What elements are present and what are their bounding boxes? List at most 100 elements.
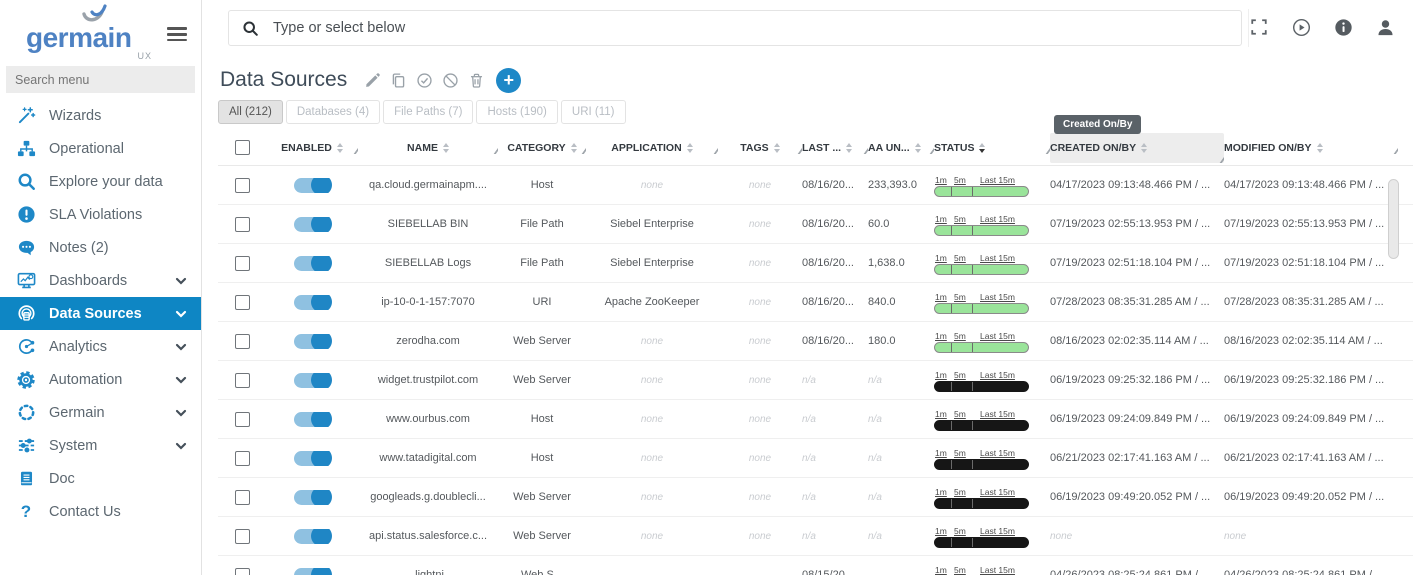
edit-icon[interactable] xyxy=(364,72,381,89)
status-label-1m[interactable]: 1m xyxy=(935,409,947,419)
delete-trash-icon[interactable] xyxy=(468,72,485,89)
status-label-last-15m[interactable]: Last 15m xyxy=(980,370,1015,380)
enabled-toggle[interactable] xyxy=(294,490,330,505)
row-checkbox[interactable] xyxy=(235,373,250,388)
status-label-1m[interactable]: 1m xyxy=(935,214,947,224)
status-label-last-15m[interactable]: Last 15m xyxy=(980,565,1015,575)
sidebar-item-system[interactable]: System xyxy=(0,429,201,462)
status-label-1m[interactable]: 1m xyxy=(935,292,947,302)
status-label-last-15m[interactable]: Last 15m xyxy=(980,253,1015,263)
status-label-last-15m[interactable]: Last 15m xyxy=(980,409,1015,419)
status-bar[interactable] xyxy=(934,381,1029,392)
disable-ban-icon[interactable] xyxy=(442,72,459,89)
user-icon[interactable] xyxy=(1376,18,1395,37)
sidebar-search-input[interactable] xyxy=(6,73,195,87)
tab-hosts[interactable]: Hosts (190) xyxy=(476,100,557,124)
fullscreen-icon[interactable] xyxy=(1250,18,1269,37)
column-header-modified-on-by[interactable]: MODIFIED ON/BY xyxy=(1224,142,1398,154)
enabled-toggle[interactable] xyxy=(294,178,330,193)
column-header-status[interactable]: STATUS xyxy=(934,142,1050,154)
row-checkbox[interactable] xyxy=(235,568,250,575)
enabled-toggle[interactable] xyxy=(294,256,330,271)
column-header-enabled[interactable]: ENABLED xyxy=(266,142,358,154)
tab-file-paths[interactable]: File Paths (7) xyxy=(383,100,473,124)
status-bar[interactable] xyxy=(934,420,1029,431)
status-label-last-15m[interactable]: Last 15m xyxy=(980,214,1015,224)
status-bar[interactable] xyxy=(934,498,1029,509)
table-row[interactable]: api.status.salesforce.c... Web Server no… xyxy=(218,517,1413,556)
table-row[interactable]: ip-10-0-1-157:7070 URI Apache ZooKeeper … xyxy=(218,283,1413,322)
sidebar-item-analytics[interactable]: Analytics xyxy=(0,330,201,363)
tab-all[interactable]: All (212) xyxy=(218,100,283,124)
status-label-5m[interactable]: 5m xyxy=(954,487,966,497)
column-header-last[interactable]: LAST ... xyxy=(802,142,868,154)
enabled-toggle[interactable] xyxy=(294,451,330,466)
sidebar-item-data-sources[interactable]: Data Sources xyxy=(0,297,201,330)
column-header-created-on-by[interactable]: CREATED ON/BY xyxy=(1050,133,1224,163)
row-checkbox[interactable] xyxy=(235,256,250,271)
column-header-category[interactable]: CATEGORY xyxy=(498,142,586,154)
status-label-last-15m[interactable]: Last 15m xyxy=(980,526,1015,536)
status-bar[interactable] xyxy=(934,459,1029,470)
row-checkbox[interactable] xyxy=(235,334,250,349)
status-label-last-15m[interactable]: Last 15m xyxy=(980,292,1015,302)
status-label-5m[interactable]: 5m xyxy=(954,526,966,536)
row-checkbox[interactable] xyxy=(235,217,250,232)
sidebar-item-doc[interactable]: Doc xyxy=(0,462,201,495)
status-bar[interactable] xyxy=(934,342,1029,353)
status-label-last-15m[interactable]: Last 15m xyxy=(980,487,1015,497)
table-row[interactable]: qa.cloud.germainapm.... Host none none 0… xyxy=(218,166,1413,205)
sidebar-item-wizards[interactable]: Wizards xyxy=(0,99,201,132)
sidebar-item-operational[interactable]: Operational xyxy=(0,132,201,165)
enabled-toggle[interactable] xyxy=(294,334,330,349)
tab-uri[interactable]: URI (11) xyxy=(561,100,626,124)
status-label-last-15m[interactable]: Last 15m xyxy=(980,448,1015,458)
row-checkbox[interactable] xyxy=(235,490,250,505)
status-label-1m[interactable]: 1m xyxy=(935,175,947,185)
enabled-toggle[interactable] xyxy=(294,529,330,544)
row-checkbox[interactable] xyxy=(235,295,250,310)
status-label-1m[interactable]: 1m xyxy=(935,253,947,263)
status-label-5m[interactable]: 5m xyxy=(954,331,966,341)
row-checkbox[interactable] xyxy=(235,178,250,193)
table-row[interactable]: widget.trustpilot.com Web Server none no… xyxy=(218,361,1413,400)
table-row[interactable]: googleads.g.doublecli... Web Server none… xyxy=(218,478,1413,517)
status-label-1m[interactable]: 1m xyxy=(935,526,947,536)
status-label-1m[interactable]: 1m xyxy=(935,448,947,458)
column-header-application[interactable]: APPLICATION xyxy=(586,142,718,154)
sidebar-item-dashboards[interactable]: Dashboards xyxy=(0,264,201,297)
status-label-1m[interactable]: 1m xyxy=(935,487,947,497)
status-label-5m[interactable]: 5m xyxy=(954,448,966,458)
status-label-5m[interactable]: 5m xyxy=(954,253,966,263)
add-data-source-button[interactable]: + xyxy=(496,68,521,93)
info-circle-icon[interactable] xyxy=(1334,18,1353,37)
status-label-5m[interactable]: 5m xyxy=(954,292,966,302)
enabled-toggle[interactable] xyxy=(294,568,330,575)
sidebar-item-sla-violations[interactable]: SLA Violations xyxy=(0,198,201,231)
sidebar-item-explore-your-data[interactable]: Explore your data xyxy=(0,165,201,198)
play-circle-icon[interactable] xyxy=(1292,18,1311,37)
enabled-toggle[interactable] xyxy=(294,412,330,427)
column-header-aa-units[interactable]: AA UN... xyxy=(868,142,934,154)
sidebar-item-contact-us[interactable]: ? Contact Us xyxy=(0,495,201,528)
sidebar-item-automation[interactable]: Automation xyxy=(0,363,201,396)
table-row[interactable]: www.tatadigital.com Host none none n/a n… xyxy=(218,439,1413,478)
table-row[interactable]: ....lightni... Web S... 08/15/20... 1m 5… xyxy=(218,556,1413,575)
status-bar[interactable] xyxy=(934,303,1029,314)
status-label-5m[interactable]: 5m xyxy=(954,214,966,224)
menu-toggle-icon[interactable] xyxy=(167,24,187,45)
enable-check-circle-icon[interactable] xyxy=(416,72,433,89)
column-header-name[interactable]: NAME xyxy=(358,142,498,154)
scrollbar-thumb[interactable] xyxy=(1388,179,1399,259)
status-bar[interactable] xyxy=(934,537,1029,548)
status-label-1m[interactable]: 1m xyxy=(935,370,947,380)
row-checkbox[interactable] xyxy=(235,412,250,427)
tab-databases[interactable]: Databases (4) xyxy=(286,100,380,124)
status-label-5m[interactable]: 5m xyxy=(954,409,966,419)
status-bar[interactable] xyxy=(934,225,1029,236)
select-all-checkbox[interactable] xyxy=(235,140,250,155)
status-bar[interactable] xyxy=(934,264,1029,275)
enabled-toggle[interactable] xyxy=(294,373,330,388)
duplicate-icon[interactable] xyxy=(390,72,407,89)
status-label-1m[interactable]: 1m xyxy=(935,565,947,575)
